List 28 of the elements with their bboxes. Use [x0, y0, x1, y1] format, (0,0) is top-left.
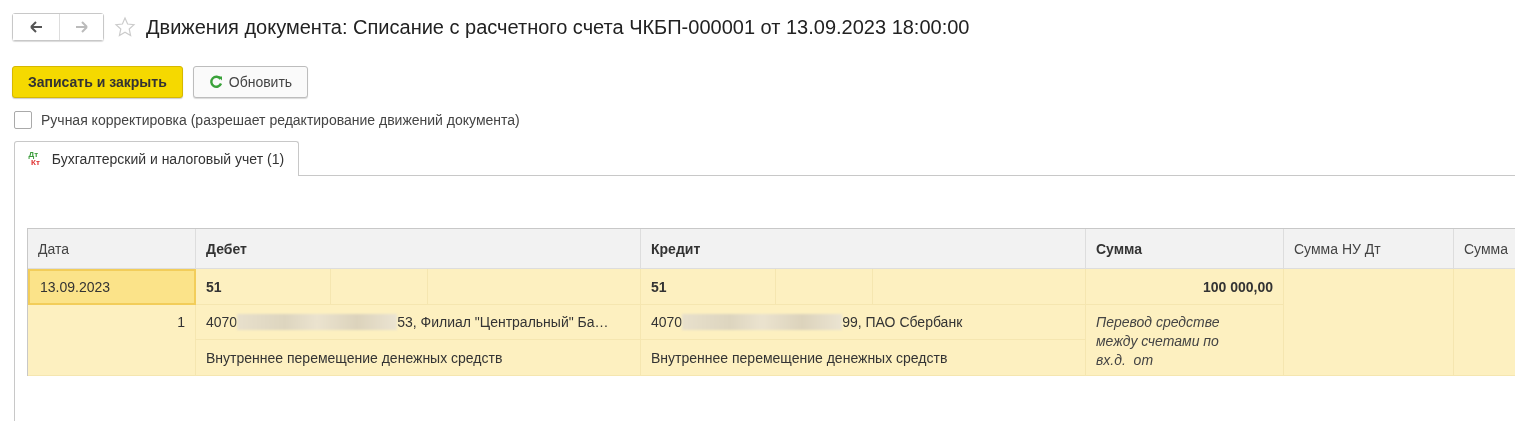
debit-account-cell: 51	[196, 269, 331, 305]
line-number-cell: 1	[28, 305, 196, 376]
favorite-star-icon[interactable]	[114, 16, 136, 38]
comment-cell: Перевод средстве между счетами по вх.д. от	[1086, 305, 1284, 376]
content-cell: Внутреннее перемещение денежных средств	[641, 340, 1086, 376]
refresh-icon	[208, 75, 223, 89]
subconto-cell: 4070 99, ПАО Сбербанк	[641, 305, 1086, 340]
column-header[interactable]: Сумма НУ Дт	[1284, 229, 1454, 269]
forward-arrow-icon	[73, 20, 90, 34]
tab[interactable]: Дт Кт Бухгалтерский и налоговый учет (1)	[14, 141, 300, 176]
date-cell[interactable]: 13.09.2023	[28, 269, 196, 305]
column-header[interactable]: Дебет	[196, 229, 641, 269]
window-title: Движения документа: Списание с расчетного счета ЧКБП-000001 от 13.09.2023 18:00:00	[146, 15, 970, 39]
refresh-button[interactable]: Обновить	[192, 66, 309, 98]
manual-edit-label: Ручная корректировка (разрешает редактирование движений документа)	[41, 112, 520, 128]
column-header[interactable]: Сумма	[1454, 229, 1515, 269]
subconto-cell: 4070 53, Филиал "Центральный" Ба…	[196, 305, 641, 340]
column-header[interactable]: Дата	[28, 229, 196, 269]
content-cell: Внутреннее перемещение денежных средств	[196, 340, 641, 376]
column-header[interactable]: Сумма	[1086, 229, 1284, 269]
back-arrow-icon	[27, 20, 45, 34]
amount-cell: 100 000,00	[1086, 269, 1284, 305]
debit-credit-icon: Дт Кт	[27, 151, 40, 167]
back-button[interactable]	[13, 14, 59, 40]
save-and-close-button[interactable]: Записать и закрыть	[12, 66, 183, 98]
manual-edit-checkbox[interactable]	[14, 111, 32, 129]
credit-account-cell: 51	[641, 269, 776, 305]
column-header[interactable]: Кредит	[641, 229, 1086, 269]
